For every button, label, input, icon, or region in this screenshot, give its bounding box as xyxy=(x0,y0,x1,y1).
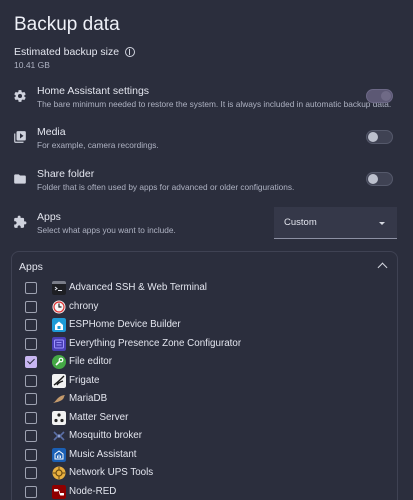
esphome-icon xyxy=(52,318,66,332)
app-name: chrony xyxy=(69,300,99,312)
app-name: Frigate xyxy=(69,374,100,386)
checkbox[interactable] xyxy=(25,448,37,461)
option-description: The bare minimum needed to restore the s… xyxy=(37,99,392,109)
estimated-size-text: Estimated backup size xyxy=(14,46,120,58)
matter-icon xyxy=(52,410,66,425)
info-circle-icon[interactable] xyxy=(125,47,136,57)
checkbox[interactable] xyxy=(25,374,37,387)
app-name: Everything Presence Zone Configurator xyxy=(69,337,242,349)
wrench-icon xyxy=(52,355,66,369)
app-row[interactable]: Node-RED xyxy=(23,483,383,500)
media-toggle[interactable] xyxy=(366,130,393,144)
folder-icon xyxy=(14,174,26,184)
app-name: ESPHome Device Builder xyxy=(69,319,181,330)
option-ha-settings: Home Assistant settings The bare minimum… xyxy=(0,85,413,115)
checkbox[interactable] xyxy=(25,337,37,350)
checkbox[interactable] xyxy=(25,430,37,442)
music-icon xyxy=(52,447,66,462)
option-title: Share folder xyxy=(37,168,95,180)
app-row[interactable]: Network UPS Tools xyxy=(23,464,383,482)
presence-icon xyxy=(52,336,66,351)
app-row[interactable]: chrony xyxy=(23,298,383,316)
mosquitto-icon xyxy=(53,431,65,441)
app-name: Node-RED xyxy=(69,485,117,497)
terminal-icon xyxy=(52,281,66,295)
gear-icon xyxy=(14,90,26,102)
app-name: Matter Server xyxy=(69,411,129,423)
option-share-folder: Share folder Folder that is often used b… xyxy=(0,168,413,198)
chevron-up-icon[interactable] xyxy=(377,262,388,273)
checkbox[interactable] xyxy=(25,300,37,313)
checkbox[interactable] xyxy=(25,467,37,479)
app-row[interactable]: ESPHome Device Builder xyxy=(23,316,383,334)
toggle-knob xyxy=(368,174,378,184)
clock-icon xyxy=(52,300,66,313)
app-row[interactable]: Advanced SSH & Web Terminal xyxy=(23,279,383,297)
apps-select[interactable]: Custom xyxy=(274,207,397,239)
seal-icon xyxy=(53,395,65,403)
app-name: Network UPS Tools xyxy=(69,467,154,478)
share-folder-toggle[interactable] xyxy=(366,172,393,186)
estimated-size-value: 10.41 GB xyxy=(14,60,50,70)
media-play-icon xyxy=(14,131,26,143)
app-row[interactable]: Mosquitto broker xyxy=(23,427,383,445)
checkbox[interactable] xyxy=(25,485,37,498)
puzzle-icon xyxy=(14,215,27,228)
page-title: Backup data xyxy=(14,14,120,35)
app-row[interactable]: Everything Presence Zone Configurator xyxy=(23,335,383,353)
app-row[interactable]: Music Assistant xyxy=(23,446,383,464)
option-description: For example, camera recordings. xyxy=(37,140,159,150)
checkbox[interactable] xyxy=(25,393,37,405)
app-row[interactable]: MariaDB xyxy=(23,390,383,408)
apps-select-value: Custom xyxy=(284,217,317,228)
nut-icon xyxy=(52,466,66,480)
option-description: Folder that is often used by apps for ad… xyxy=(37,182,295,192)
estimated-size-label: Estimated backup size xyxy=(14,46,136,58)
app-name: Music Assistant xyxy=(69,448,137,460)
checkbox[interactable] xyxy=(25,319,37,331)
app-name: File editor xyxy=(69,356,113,367)
node-red-icon xyxy=(52,484,66,499)
toggle-knob xyxy=(368,132,378,142)
caret-down-icon xyxy=(379,222,385,225)
checkbox[interactable] xyxy=(25,411,37,424)
option-media: Media For example, camera recordings. xyxy=(0,126,413,156)
frigate-icon xyxy=(52,373,66,388)
option-title: Home Assistant settings xyxy=(37,85,150,97)
checkbox[interactable] xyxy=(25,356,37,368)
apps-panel: Apps Advanced SSH & Web Terminal chrony … xyxy=(11,251,398,500)
toggle-knob xyxy=(381,91,391,101)
app-row[interactable]: Matter Server xyxy=(23,409,383,427)
app-name: MariaDB xyxy=(69,393,108,404)
checkbox[interactable] xyxy=(25,282,37,294)
app-name: Advanced SSH & Web Terminal xyxy=(69,282,207,293)
apps-panel-header: Apps xyxy=(19,261,43,273)
app-row[interactable]: Frigate xyxy=(23,372,383,390)
option-title: Media xyxy=(37,126,66,138)
app-name: Mosquitto broker xyxy=(69,430,142,441)
option-title: Apps xyxy=(37,211,61,223)
ha-settings-toggle[interactable] xyxy=(366,89,393,103)
option-description: Select what apps you want to include. xyxy=(37,225,176,235)
app-row[interactable]: File editor xyxy=(23,353,383,371)
